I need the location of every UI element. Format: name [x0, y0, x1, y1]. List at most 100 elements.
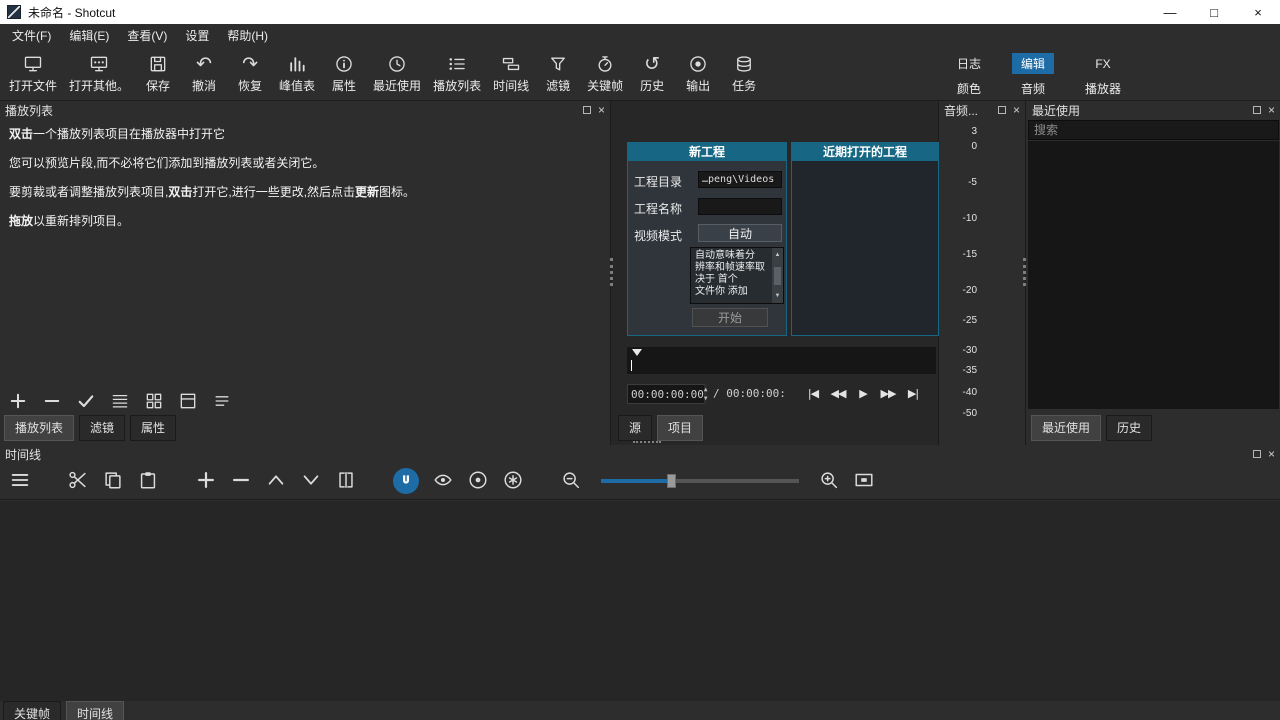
- layout-fx[interactable]: FX: [1086, 55, 1119, 73]
- scroll-up-icon[interactable]: ▲: [775, 249, 781, 261]
- zoom-slider-handle[interactable]: [667, 474, 676, 488]
- tab-keyframes[interactable]: 关键帧: [3, 701, 61, 720]
- scroll-down-icon[interactable]: ▼: [775, 290, 781, 302]
- menu-edit[interactable]: 编辑(E): [60, 24, 118, 47]
- ripple-all-toggle[interactable]: [502, 469, 524, 494]
- filters-button[interactable]: 滤镜: [535, 50, 581, 96]
- peak-meter-button[interactable]: 峰值表: [273, 50, 321, 96]
- tab-filters[interactable]: 滤镜: [79, 415, 125, 441]
- snap-toggle[interactable]: [393, 468, 419, 494]
- layout-editing[interactable]: 编辑: [1012, 53, 1054, 74]
- play-icon[interactable]: ▶: [854, 383, 872, 403]
- jobs-button[interactable]: 任务: [721, 50, 767, 96]
- recent-list[interactable]: [1028, 141, 1279, 409]
- view-tiles-button[interactable]: [144, 391, 164, 414]
- menu-settings[interactable]: 设置: [176, 24, 218, 47]
- view-details-button[interactable]: [110, 391, 130, 414]
- minimize-button[interactable]: —: [1148, 0, 1192, 24]
- fast-forward-icon[interactable]: ▶▶: [879, 383, 897, 403]
- layout-color[interactable]: 颜色: [948, 78, 990, 99]
- scrub-while-dragging-toggle[interactable]: [432, 469, 454, 494]
- tab-history[interactable]: 历史: [1106, 415, 1152, 441]
- start-button[interactable]: 开始: [692, 308, 768, 327]
- cut-button[interactable]: [67, 469, 89, 494]
- split-button[interactable]: [335, 469, 357, 494]
- skip-to-start-icon[interactable]: |◀: [804, 383, 822, 403]
- player-scrubber[interactable]: [627, 347, 936, 374]
- save-button[interactable]: 保存: [135, 50, 181, 96]
- splitter-handle[interactable]: [1023, 258, 1026, 286]
- undo-button[interactable]: ↶ 撤消: [181, 50, 227, 96]
- playlist-tab-bar: 播放列表 滤镜 属性: [4, 415, 176, 441]
- playlist-menu-button[interactable]: [212, 391, 232, 414]
- lift-button[interactable]: [265, 469, 287, 494]
- zoom-slider[interactable]: [601, 468, 799, 494]
- close-panel-icon[interactable]: ×: [598, 104, 605, 116]
- append-button[interactable]: [195, 469, 217, 494]
- add-button[interactable]: [8, 391, 28, 414]
- tab-source[interactable]: 源: [618, 415, 652, 441]
- ripple-toggle[interactable]: [467, 469, 489, 494]
- layout-audio[interactable]: 音频: [1012, 78, 1054, 99]
- playlist-button[interactable]: 播放列表: [427, 50, 487, 96]
- layout-logging[interactable]: 日志: [948, 53, 990, 74]
- recent-projects-list[interactable]: [791, 161, 939, 336]
- project-dir-field[interactable]: …peng\Videos: [698, 171, 782, 188]
- keyframes-button[interactable]: 关键帧: [581, 50, 629, 96]
- menu-view[interactable]: 查看(V): [118, 24, 176, 47]
- playhead-icon[interactable]: [632, 349, 642, 356]
- current-time-field[interactable]: 00:00:00:00 ▲ ▼: [627, 384, 705, 404]
- search-input[interactable]: [1028, 120, 1279, 140]
- video-mode-button[interactable]: 自动: [698, 224, 782, 242]
- menu-file[interactable]: 文件(F): [3, 24, 60, 47]
- video-mode-description[interactable]: 自动意味着分 辨率和帧速率取 决于 首个 文件你 添加 ▲ ▼: [690, 247, 784, 304]
- history-button[interactable]: ↺ 历史: [629, 50, 675, 96]
- open-other-label: 打开其他。: [69, 77, 129, 94]
- close-button[interactable]: ×: [1236, 0, 1280, 24]
- float-panel-icon[interactable]: [583, 106, 591, 114]
- ripple-delete-button[interactable]: [230, 469, 252, 494]
- tab-properties[interactable]: 属性: [130, 415, 176, 441]
- overwrite-button[interactable]: [300, 469, 322, 494]
- float-panel-icon[interactable]: [998, 106, 1006, 114]
- project-name-field[interactable]: [698, 198, 782, 215]
- close-panel-icon[interactable]: ×: [1268, 104, 1275, 116]
- zoom-fit-button[interactable]: [853, 469, 875, 494]
- zoom-in-button[interactable]: [818, 469, 840, 494]
- recent-button[interactable]: 最近使用: [367, 50, 427, 96]
- layout-player[interactable]: 播放器: [1076, 78, 1130, 99]
- properties-button[interactable]: 属性: [321, 50, 367, 96]
- remove-button[interactable]: [42, 391, 62, 414]
- spin-up-icon[interactable]: ▲: [704, 386, 708, 393]
- view-icons-button[interactable]: [178, 391, 198, 414]
- resize-grip[interactable]: [633, 441, 661, 443]
- zoom-out-button[interactable]: [560, 469, 582, 494]
- skip-to-end-icon[interactable]: ▶|: [904, 383, 922, 403]
- playlist-help-line-1: 双击一个播放列表项目在播放器中打开它: [9, 126, 601, 142]
- timeline-menu-button[interactable]: [9, 469, 31, 494]
- tab-playlist[interactable]: 播放列表: [4, 415, 74, 441]
- export-button[interactable]: 输出: [675, 50, 721, 96]
- open-other-button[interactable]: 打开其他。: [63, 50, 135, 96]
- open-file-button[interactable]: 打开文件: [3, 50, 63, 96]
- tab-project[interactable]: 项目: [657, 415, 703, 441]
- close-panel-icon[interactable]: ×: [1013, 104, 1020, 116]
- maximize-button[interactable]: □: [1192, 0, 1236, 24]
- scroll-thumb[interactable]: [774, 267, 781, 285]
- timeline-tracks-area[interactable]: [0, 501, 1280, 701]
- rewind-icon[interactable]: ◀◀: [829, 383, 847, 403]
- copy-button[interactable]: [102, 469, 124, 494]
- paste-button[interactable]: [137, 469, 159, 494]
- update-button[interactable]: [76, 391, 96, 414]
- close-panel-icon[interactable]: ×: [1268, 448, 1275, 460]
- listbox-scrollbar[interactable]: ▲ ▼: [772, 248, 783, 303]
- menu-help[interactable]: 帮助(H): [218, 24, 277, 47]
- float-panel-icon[interactable]: [1253, 450, 1261, 458]
- tab-recent[interactable]: 最近使用: [1031, 415, 1101, 441]
- redo-button[interactable]: ↷ 恢复: [227, 50, 273, 96]
- tab-timeline[interactable]: 时间线: [66, 701, 124, 720]
- timeline-button[interactable]: 时间线: [487, 50, 535, 96]
- spin-down-icon[interactable]: ▼: [704, 395, 708, 402]
- float-panel-icon[interactable]: [1253, 106, 1261, 114]
- splitter-handle[interactable]: [610, 258, 613, 286]
